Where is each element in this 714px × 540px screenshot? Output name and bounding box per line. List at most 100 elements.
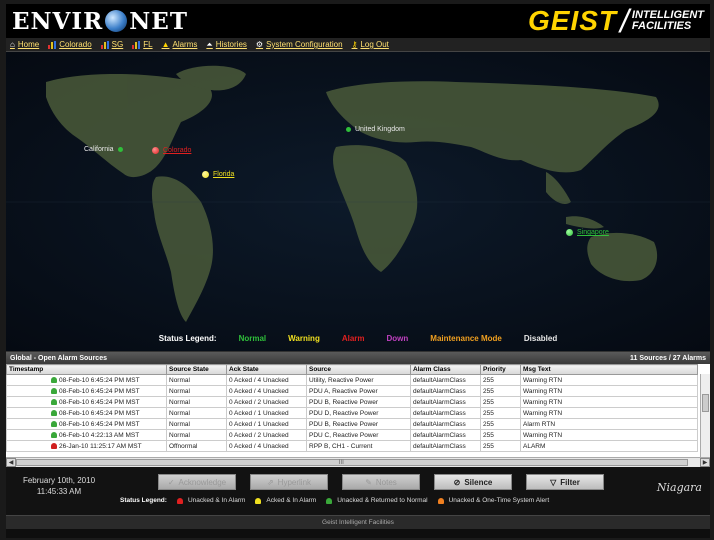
nav-histories[interactable]: ⏶ Histories bbox=[206, 40, 247, 50]
alarms-panel-header: Global - Open Alarm Sources 11 Sources /… bbox=[6, 352, 710, 364]
cell-source: PDU A, Reactive Power bbox=[306, 385, 411, 397]
notes-button[interactable]: ✎ Notes bbox=[342, 474, 420, 490]
cell-ack-state: 0 Acked / 2 Unacked bbox=[226, 429, 307, 441]
status-dot bbox=[117, 147, 123, 152]
column-ack-state[interactable]: Ack State bbox=[226, 364, 307, 375]
cell-source: PDU B, Reactive Power bbox=[306, 418, 411, 430]
scroll-left-arrow-icon[interactable]: ◀ bbox=[6, 458, 16, 467]
alarms-table: Timestamp Source State Ack State Source … bbox=[6, 364, 710, 467]
cell-msg-text: Warning RTN bbox=[520, 407, 698, 419]
cell-ack-state: 0 Acked / 1 Unacked bbox=[226, 418, 307, 430]
column-alarm-class[interactable]: Alarm Class bbox=[410, 364, 481, 375]
nav-home[interactable]: ⌂ Home bbox=[10, 40, 39, 49]
status-dot bbox=[566, 229, 573, 236]
bottom-bar: February 10th, 2010 11:45:33 AM ✓ Acknowl… bbox=[6, 467, 710, 515]
clock: February 10th, 2010 11:45:33 AM bbox=[22, 476, 96, 496]
cell-priority: 255 bbox=[480, 374, 521, 386]
table-row[interactable]: 08-Feb-10 6:45:24 PM MST Normal 0 Acked / … bbox=[6, 396, 698, 408]
footer: Geist Intelligent Facilities bbox=[6, 515, 710, 529]
column-source-state[interactable]: Source State bbox=[166, 364, 227, 375]
site-florida[interactable]: Florida bbox=[202, 171, 234, 178]
legend-item: Acked & In Alarm bbox=[255, 497, 316, 504]
scroll-right-arrow-icon[interactable]: ▶ bbox=[700, 458, 710, 467]
table-row[interactable]: 08-Feb-10 6:45:24 PM MST Normal 0 Acked / … bbox=[6, 407, 698, 419]
bell-icon: ▲ bbox=[161, 40, 170, 49]
cell-timestamp: 08-Feb-10 6:45:24 PM MST bbox=[6, 407, 167, 419]
table-row[interactable]: 06-Feb-10 4:22:13 AM MST Normal 0 Acked / … bbox=[6, 429, 698, 441]
filter-button[interactable]: ▽ Filter bbox=[526, 474, 604, 490]
cell-alarm-class: defaultAlarmClass bbox=[410, 440, 481, 452]
nav-log-out[interactable]: ⚷ Log Out bbox=[352, 40, 389, 49]
cell-timestamp: 06-Feb-10 4:22:13 AM MST bbox=[6, 429, 167, 441]
column-timestamp[interactable]: Timestamp bbox=[6, 364, 167, 375]
site-colorado[interactable]: Colorado bbox=[152, 147, 191, 154]
cell-alarm-class: defaultAlarmClass bbox=[410, 385, 481, 397]
cell-timestamp: 08-Feb-10 6:45:24 PM MST bbox=[6, 374, 167, 386]
table-row[interactable]: 26-Jan-10 11:25:17 AM MST Offnormal 0 Acke… bbox=[6, 440, 698, 452]
bell-icon bbox=[51, 442, 57, 449]
nav-alarms[interactable]: ▲ Alarms bbox=[162, 40, 198, 49]
column-priority[interactable]: Priority bbox=[480, 364, 521, 375]
globe-icon bbox=[105, 10, 128, 32]
cell-priority: 255 bbox=[480, 429, 521, 441]
nav-system-configuration[interactable]: ⚙ System Configuration bbox=[256, 40, 343, 49]
notes-icon: ✎ bbox=[365, 477, 372, 487]
world-map: California Colorado Florida United Kingd… bbox=[6, 52, 710, 352]
bell-icon bbox=[51, 398, 57, 405]
legend-item: Unacked & One-Time System Alert bbox=[437, 497, 549, 504]
geist-logo: GEIST bbox=[527, 5, 617, 36]
column-msg-text[interactable]: Msg Text bbox=[520, 364, 698, 375]
site-singapore[interactable]: Singapore bbox=[566, 229, 609, 236]
cell-source: PDU D, Reactive Power bbox=[306, 407, 411, 419]
bell-icon bbox=[176, 497, 183, 504]
cell-alarm-class: defaultAlarmClass bbox=[410, 418, 481, 430]
site-united-kingdom[interactable]: United Kingdom bbox=[346, 126, 405, 133]
table-row[interactable]: 08-Feb-10 6:45:24 PM MST Normal 0 Acked / … bbox=[6, 385, 698, 397]
silence-icon: ⊘ bbox=[453, 477, 461, 487]
cell-msg-text: Warning RTN bbox=[520, 385, 698, 397]
table-row[interactable]: 08-Feb-10 6:45:24 PM MST Normal 0 Acked / … bbox=[6, 374, 698, 386]
cell-source-state: Normal bbox=[166, 418, 227, 430]
cell-timestamp: 08-Feb-10 6:45:24 PM MST bbox=[6, 418, 167, 430]
nav-fl[interactable]: FL bbox=[132, 40, 153, 49]
cell-alarm-class: defaultAlarmClass bbox=[410, 396, 481, 408]
hyperlink-icon: ⇗ bbox=[266, 477, 274, 487]
cell-source: RPP B, CH1 - Current bbox=[306, 440, 411, 452]
cell-source-state: Normal bbox=[166, 374, 227, 386]
site-california[interactable]: California bbox=[84, 146, 123, 153]
nav-sg[interactable]: SG bbox=[100, 40, 123, 49]
cell-alarm-class: defaultAlarmClass bbox=[410, 429, 481, 441]
cell-timestamp: 26-Jan-10 11:25:17 AM MST bbox=[6, 440, 167, 452]
cell-priority: 255 bbox=[480, 396, 521, 408]
app-frame: ENVIR NET GEIST / INTELLIGENT FACILITIES… bbox=[6, 4, 710, 538]
niagara-logo: Niagara bbox=[656, 481, 702, 494]
scroll-thumb[interactable]: III bbox=[16, 459, 688, 466]
scroll-thumb[interactable] bbox=[702, 394, 709, 412]
nav-colorado[interactable]: Colorado bbox=[48, 40, 92, 49]
table-row[interactable]: 08-Feb-10 6:45:24 PM MST Normal 0 Acked / … bbox=[6, 418, 698, 430]
cell-source: PDU C, Reactive Power bbox=[306, 429, 411, 441]
alarm-status-legend: Status Legend: Unacked & In Alarm Acked … bbox=[120, 497, 550, 504]
bell-icon bbox=[51, 431, 57, 438]
cell-ack-state: 0 Acked / 4 Unacked bbox=[226, 385, 307, 397]
bell-icon bbox=[326, 497, 333, 504]
silence-button[interactable]: ⊘ Silence bbox=[434, 474, 512, 490]
cell-timestamp: 08-Feb-10 6:45:24 PM MST bbox=[6, 396, 167, 408]
cell-msg-text: Alarm RTN bbox=[520, 418, 698, 430]
map-status-legend: Status Legend: Normal Warning Alarm Down… bbox=[158, 334, 558, 343]
bell-icon bbox=[51, 409, 57, 416]
alarms-summary: 11 Sources / 27 Alarms bbox=[629, 354, 706, 362]
hyperlink-button[interactable]: ⇗ Hyperlink bbox=[250, 474, 328, 490]
table-vertical-scrollbar[interactable] bbox=[700, 374, 710, 457]
cell-msg-text: Warning RTN bbox=[520, 374, 698, 386]
table-horizontal-scrollbar[interactable]: ◀ III ▶ bbox=[6, 457, 710, 467]
legend-item: Unacked & Returned to Normal bbox=[326, 497, 428, 504]
acknowledge-button[interactable]: ✓ Acknowledge bbox=[158, 474, 236, 490]
column-source[interactable]: Source bbox=[306, 364, 411, 375]
filter-icon: ▽ bbox=[550, 477, 557, 487]
geist-brand: GEIST / INTELLIGENT FACILITIES bbox=[527, 4, 704, 39]
bell-icon bbox=[51, 420, 57, 427]
world-map-image bbox=[6, 65, 710, 322]
gear-icon: ⚙ bbox=[255, 40, 264, 49]
cell-source-state: Normal bbox=[166, 396, 227, 408]
